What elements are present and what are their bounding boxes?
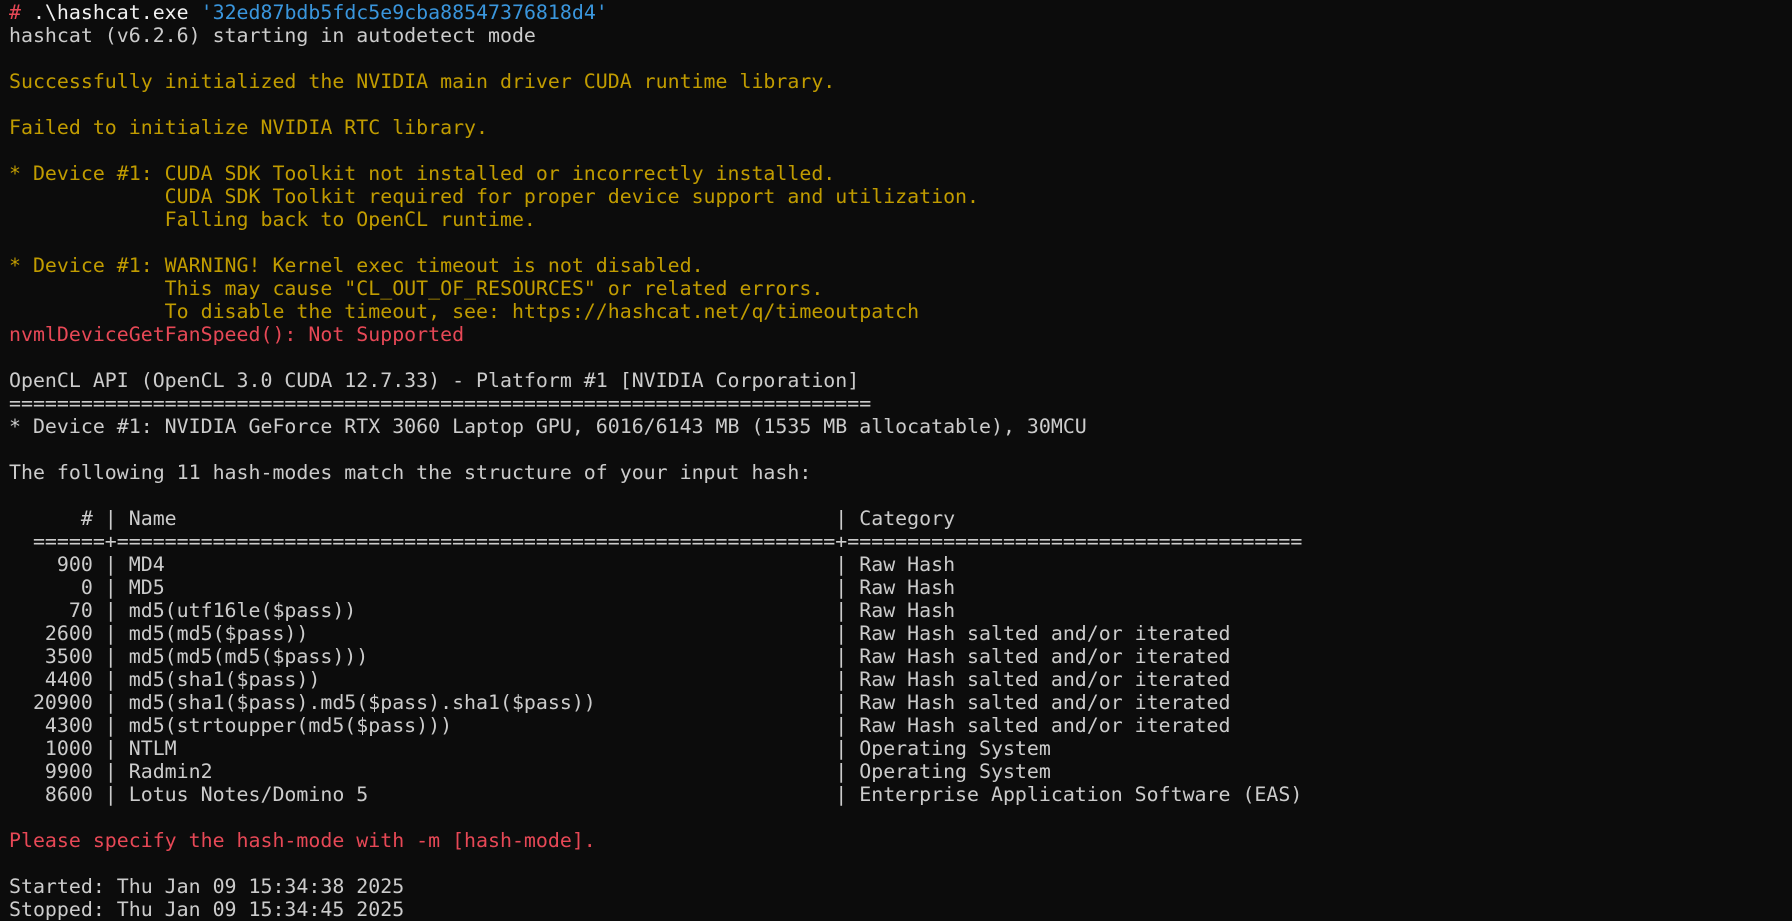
hash-mode-table-header: # | Name | Category: [9, 507, 956, 530]
output-sdk-warning-1: * Device #1: CUDA SDK Toolkit not instal…: [9, 162, 836, 185]
output-timeout-warning-1: * Device #1: WARNING! Kernel exec timeou…: [9, 254, 704, 277]
output-rtc-fail: Failed to initialize NVIDIA RTC library.: [9, 116, 489, 139]
output-start: hashcat (v6.2.6) starting in autodetect …: [9, 24, 536, 47]
output-match-intro: The following 11 hash-modes match the st…: [9, 461, 812, 484]
hash-mode-table-row: 3500 | md5(md5(md5($pass))) | Raw Hash s…: [9, 645, 1231, 668]
hash-mode-table-row: 1000 | NTLM | Operating System: [9, 737, 1051, 760]
command-argument: '32ed87bdb5fdc5e9cba88547376818d4': [200, 1, 608, 24]
command-line: # .\hashcat.exe '32ed87bdb5fdc5e9cba8854…: [9, 1, 1792, 24]
output-opencl-rule: ========================================…: [9, 392, 872, 415]
command-text: .\hashcat.exe: [20, 1, 201, 24]
output-sdk-warning-3: Falling back to OpenCL runtime.: [9, 208, 536, 231]
hash-mode-table-row: 0 | MD5 | Raw Hash: [9, 576, 956, 599]
hash-mode-table-row: 70 | md5(utf16le($pass)) | Raw Hash: [9, 599, 956, 622]
output-specify-mode: Please specify the hash-mode with -m [ha…: [9, 829, 596, 852]
hash-mode-table-row: 4300 | md5(strtoupper(md5($pass))) | Raw…: [9, 714, 1231, 737]
output-started-time: Started: Thu Jan 09 15:34:38 2025: [9, 875, 405, 898]
output-timeout-warning-3: To disable the timeout, see: https://has…: [9, 300, 920, 323]
output-opencl-platform: OpenCL API (OpenCL 3.0 CUDA 12.7.33) - P…: [9, 369, 860, 392]
hash-mode-table-row: 4400 | md5(sha1($pass)) | Raw Hash salte…: [9, 668, 1231, 691]
hash-mode-table-row: 20900 | md5(sha1($pass).md5($pass).sha1(…: [9, 691, 1231, 714]
hash-mode-table-row: 9900 | Radmin2 | Operating System: [9, 760, 1051, 783]
hash-mode-table-row: 900 | MD4 | Raw Hash: [9, 553, 956, 576]
output-fan-error: nvmlDeviceGetFanSpeed(): Not Supported: [9, 323, 465, 346]
prompt-symbol: #: [9, 1, 21, 24]
output-cuda-ok: Successfully initialized the NVIDIA main…: [9, 70, 836, 93]
output-sdk-warning-2: CUDA SDK Toolkit required for proper dev…: [9, 185, 979, 208]
output-device-info: * Device #1: NVIDIA GeForce RTX 3060 Lap…: [9, 415, 1087, 438]
output-timeout-warning-2: This may cause "CL_OUT_OF_RESOURCES" or …: [9, 277, 824, 300]
output-stopped-time: Stopped: Thu Jan 09 15:34:45 2025: [9, 898, 405, 921]
hash-mode-table-rule: ======+=================================…: [9, 530, 1303, 553]
hash-mode-table-row: 2600 | md5(md5($pass)) | Raw Hash salted…: [9, 622, 1231, 645]
hash-mode-table-row: 8600 | Lotus Notes/Domino 5 | Enterprise…: [9, 783, 1303, 806]
terminal-window[interactable]: # .\hashcat.exe '32ed87bdb5fdc5e9cba8854…: [0, 0, 1792, 921]
